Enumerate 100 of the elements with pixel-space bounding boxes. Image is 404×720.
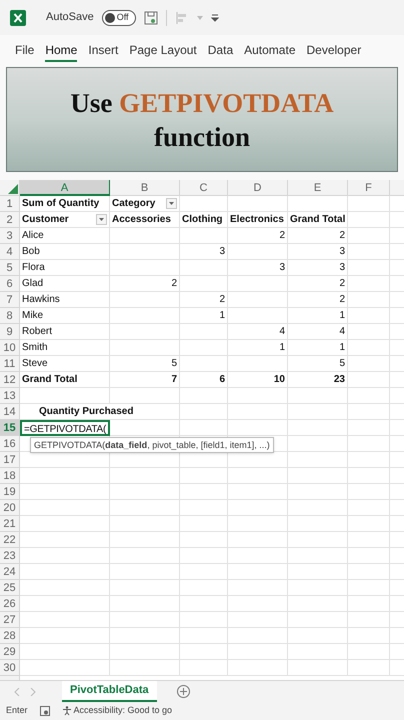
ribbon-tab[interactable]: Home (45, 40, 78, 62)
add-sheet-icon[interactable] (176, 685, 190, 698)
table-cell: Glad (20, 276, 110, 292)
grid-cell (180, 196, 228, 212)
table-cell: 1 (288, 340, 348, 356)
row-number: 26 (0, 596, 20, 612)
row-number: 22 (0, 532, 20, 548)
grid-cell (288, 548, 348, 564)
table-cell: Category (110, 196, 180, 212)
grid-cell (228, 612, 288, 628)
grid-cell (228, 276, 288, 292)
autosave-toggle[interactable]: Off (102, 10, 136, 26)
grid-cell (180, 324, 228, 340)
ribbon-tab[interactable]: Page Layout (129, 40, 197, 62)
grid-cell (180, 340, 228, 356)
column-header[interactable]: E (288, 180, 348, 196)
grid-cell (110, 388, 180, 404)
column-header[interactable]: C (180, 180, 228, 196)
table-cell: 2 (288, 292, 348, 308)
grid-cell (228, 596, 288, 612)
sheet-tab[interactable]: PivotTableData (62, 681, 157, 702)
macro-record-icon[interactable] (40, 706, 50, 716)
ribbon-tab[interactable]: Data (208, 40, 234, 62)
row-number: 29 (0, 644, 20, 660)
row-number: 12 (0, 372, 20, 388)
row-number: 13 (0, 388, 20, 404)
row-number: 23 (0, 548, 20, 564)
grid-cell (110, 564, 180, 580)
column-header[interactable]: D (228, 180, 288, 196)
table-cell: Alice (20, 228, 110, 244)
grid-cell (180, 644, 228, 660)
grid-cell (180, 612, 228, 628)
accessibility-status[interactable]: Accessibility: Good to go (62, 704, 172, 718)
grid-cell (288, 612, 348, 628)
grid-cell (228, 388, 288, 404)
row-number: 6 (0, 276, 20, 292)
formula-input[interactable]: =GETPIVOTDATA( (20, 420, 110, 436)
grid-cell (288, 660, 348, 676)
ribbon-tab[interactable]: Automate (244, 40, 296, 62)
filter-dropdown[interactable] (96, 214, 107, 225)
spreadsheet-logo-icon[interactable] (10, 10, 26, 26)
table-cell: Steve (20, 356, 110, 372)
table-cell: Robert (20, 324, 110, 340)
customize-toolbar-icon[interactable] (210, 14, 219, 22)
grid-cell (228, 404, 288, 420)
table-cell: Mike (20, 308, 110, 324)
grid-cell (180, 500, 228, 516)
grid-cell (110, 260, 180, 276)
row-number: 28 (0, 628, 20, 644)
table-cell: 3 (288, 260, 348, 276)
grid-cell (110, 420, 180, 436)
grid-cell (228, 468, 288, 484)
grid-cell (288, 516, 348, 532)
select-all-icon[interactable] (8, 184, 18, 194)
table-cell: 1 (180, 308, 228, 324)
grid-cell (288, 500, 348, 516)
row-number: 15 (0, 420, 20, 436)
table-cell: 5 (288, 356, 348, 372)
row-number: 24 (0, 564, 20, 580)
column-header[interactable]: F (348, 180, 390, 196)
row-number: 8 (0, 308, 20, 324)
row-number: 10 (0, 340, 20, 356)
save-icon[interactable] (144, 10, 158, 24)
grid-cell (180, 564, 228, 580)
grid-cell (228, 628, 288, 644)
grid-cell (110, 244, 180, 260)
grid-cell (228, 244, 288, 260)
row-number: 16 (0, 436, 20, 452)
caret-icon (169, 202, 174, 205)
table-cell: 4 (228, 324, 288, 340)
grid-cell (110, 628, 180, 644)
grid-cell (180, 276, 228, 292)
banner-heading: Use GETPIVOTDATA (70, 86, 334, 120)
row-number: 2 (0, 212, 20, 228)
grid-cell (228, 644, 288, 660)
grid-cell (228, 532, 288, 548)
grid-cell (110, 612, 180, 628)
grid-cell (110, 484, 180, 500)
grid-cell (288, 484, 348, 500)
grid-cell (228, 484, 288, 500)
row-number: 5 (0, 260, 20, 276)
ribbon-tab[interactable]: Insert (88, 40, 118, 62)
table-cell: 1 (288, 308, 348, 324)
grid-cell (180, 388, 228, 404)
grid-cell (180, 484, 228, 500)
ribbon-tab[interactable]: File (15, 40, 34, 62)
grid-cell (110, 308, 180, 324)
grid-cell (180, 580, 228, 596)
filter-dropdown[interactable] (166, 198, 177, 209)
ribbon-tab[interactable]: Developer (306, 40, 362, 62)
grid-cell (228, 660, 288, 676)
grid-cell (288, 420, 348, 436)
table-cell: 2 (288, 276, 348, 292)
column-header[interactable]: B (110, 180, 180, 196)
table-cell: 1 (228, 340, 288, 356)
grid-cell (288, 388, 348, 404)
grid-cell (180, 548, 228, 564)
grid-cell (180, 356, 228, 372)
grid-cell (110, 660, 180, 676)
row-number: 9 (0, 324, 20, 340)
